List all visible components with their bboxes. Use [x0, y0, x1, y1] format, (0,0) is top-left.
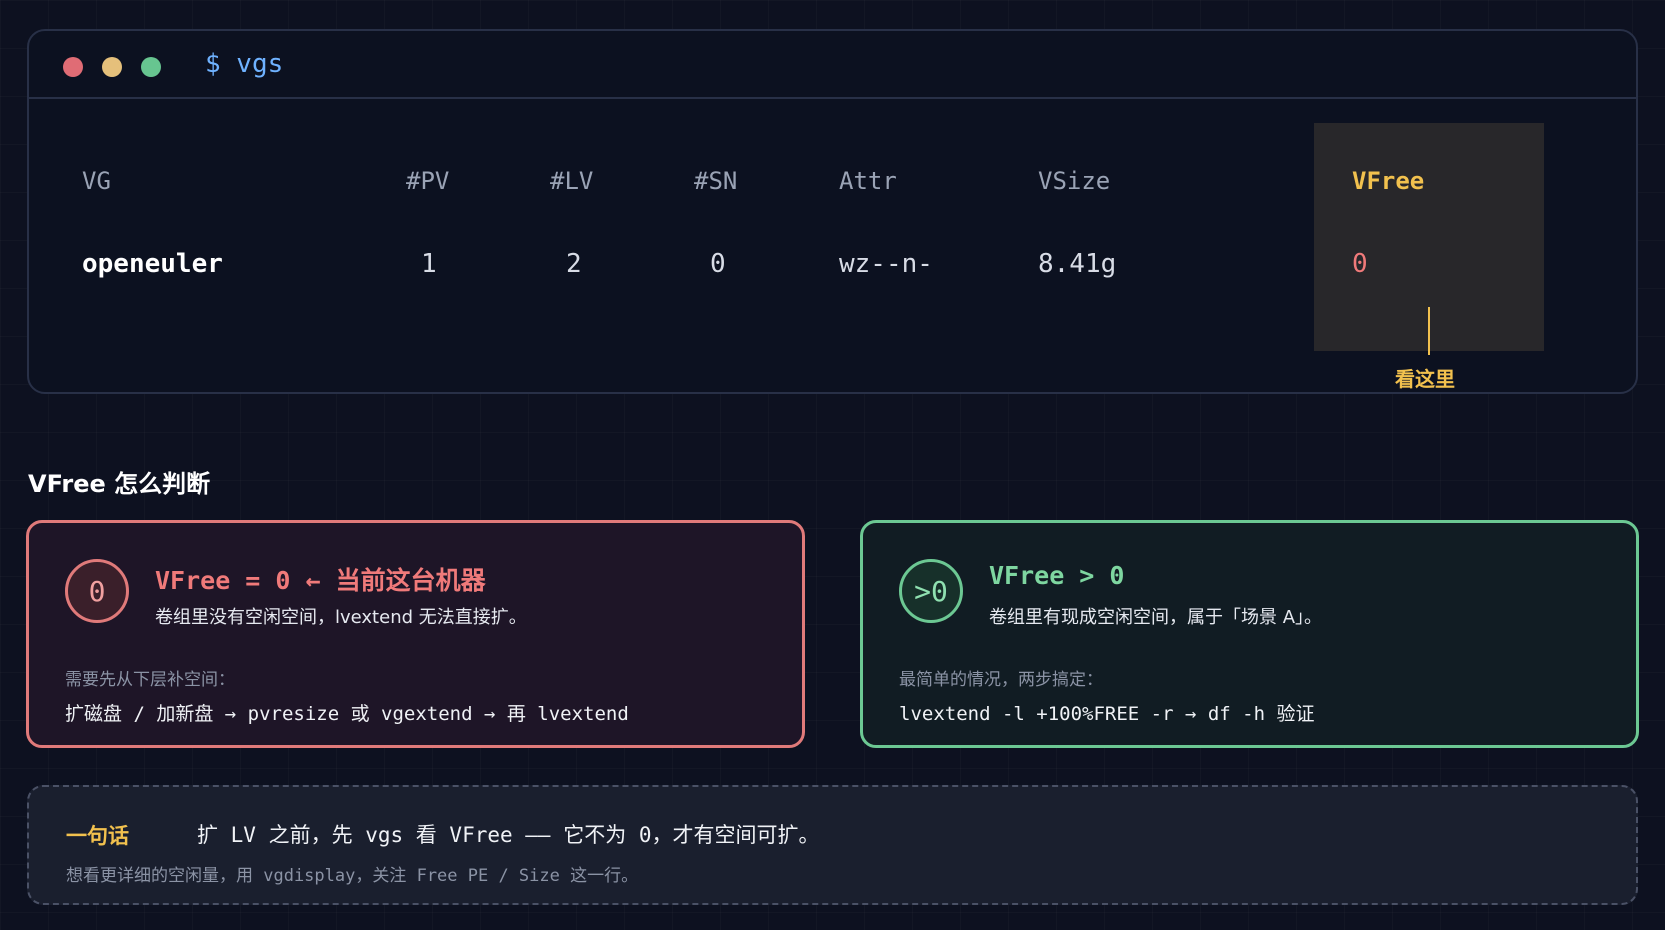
cell-vsize: 8.41g — [1038, 249, 1117, 279]
card-subtitle: 卷组里没有空闲空间，lvextend 无法直接扩。 — [155, 607, 527, 628]
card-title: VFree = 0 ← 当前这台机器 — [155, 566, 486, 595]
card-title: VFree > 0 — [989, 561, 1125, 590]
cell-pv: 1 — [421, 249, 437, 279]
card-subtitle: 卷组里有现成空闲空间，属于「场景 A」。 — [989, 607, 1323, 628]
header-vg: VG — [82, 167, 111, 195]
cell-vg: openeuler — [82, 249, 223, 279]
terminal-window: $ vgs VG #PV #LV #SN Attr VSize VFree op… — [27, 29, 1638, 394]
summary-label: 一句话 — [66, 824, 129, 848]
header-attr: Attr — [839, 167, 897, 195]
card-command: lvextend -l +100%FREE -r → df -h 验证 — [899, 703, 1315, 725]
maximize-dot-icon[interactable] — [141, 57, 161, 77]
close-dot-icon[interactable] — [63, 57, 83, 77]
positive-badge: >0 — [899, 559, 963, 623]
header-vfree: VFree — [1352, 167, 1425, 195]
summary-text: 扩 LV 之前，先 vgs 看 VFree —— 它不为 0，才有空间可扩。 — [197, 823, 820, 847]
header-vsize: VSize — [1038, 167, 1111, 195]
summary-subtext: 想看更详细的空闲量，用 vgdisplay，关注 Free PE / Size … — [66, 866, 639, 886]
cell-attr: wz--n- — [839, 249, 933, 279]
pointer-label: 看这里 — [1395, 367, 1455, 391]
vfree-zero-card: 0 VFree = 0 ← 当前这台机器 卷组里没有空闲空间，lvextend … — [26, 520, 805, 748]
minimize-dot-icon[interactable] — [102, 57, 122, 77]
section-title: VFree 怎么判断 — [28, 470, 211, 498]
summary-box: 一句话 扩 LV 之前，先 vgs 看 VFree —— 它不为 0，才有空间可… — [27, 785, 1638, 905]
terminal-title-bar: $ vgs — [29, 31, 1636, 99]
cell-vfree: 0 — [1352, 249, 1368, 279]
pointer-line — [1428, 307, 1430, 355]
card-note: 最简单的情况，两步搞定： — [899, 670, 1103, 690]
header-sn: #SN — [694, 167, 738, 195]
vfree-positive-card: >0 VFree > 0 卷组里有现成空闲空间，属于「场景 A」。 最简单的情况… — [860, 520, 1639, 748]
terminal-command: $ vgs — [205, 49, 284, 79]
card-note: 需要先从下层补空间： — [65, 670, 235, 690]
zero-badge: 0 — [65, 559, 129, 623]
cell-lv: 2 — [566, 249, 582, 279]
card-command: 扩磁盘 / 加新盘 → pvresize 或 vgextend → 再 lvex… — [65, 703, 629, 725]
header-lv: #LV — [550, 167, 594, 195]
cell-sn: 0 — [710, 249, 726, 279]
header-pv: #PV — [406, 167, 450, 195]
